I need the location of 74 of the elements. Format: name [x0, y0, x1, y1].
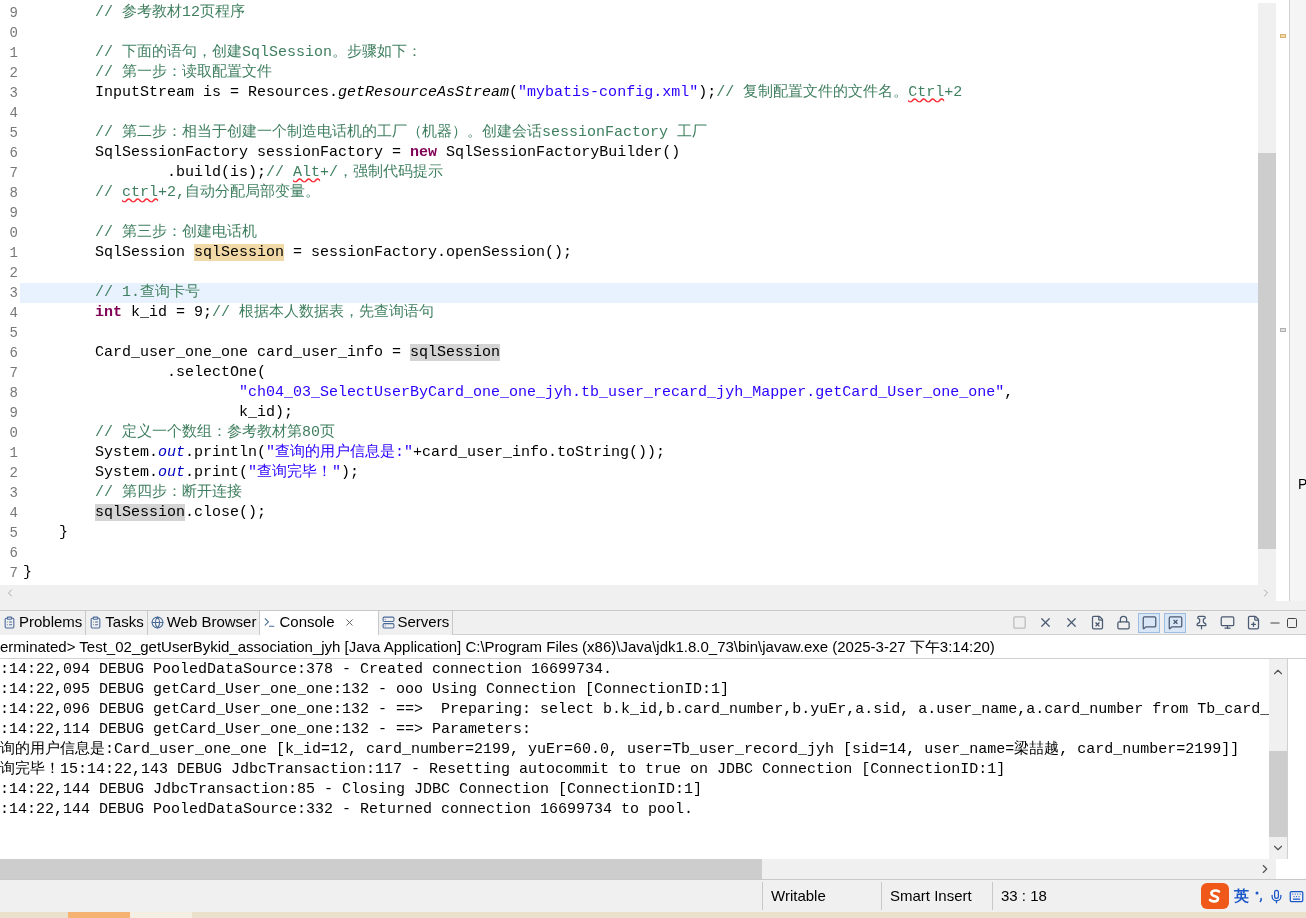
lock-icon	[1115, 615, 1131, 630]
side-panel-label: P	[1297, 475, 1306, 494]
line-number: 1	[8, 244, 19, 263]
console-header: erminated> Test_02_getUserBykid_association_jyh [Java Application] C:\Program Files (x86)\Java\jdk1.8.0_73\bin\javaw.exe (2025-3-27 下午3:14:20)	[0, 635, 1306, 659]
line-number: 6	[8, 344, 19, 363]
console-line: :14:22,144 DEBUG PooledDataSource:332 - Returned connection 16699734 to pool.	[0, 800, 695, 820]
line-number: 9	[8, 204, 19, 223]
view-tab[interactable]: Tasks	[86, 610, 148, 635]
line-number: 0	[8, 224, 19, 243]
line-number: 3	[8, 284, 19, 303]
status-field: Smart Insert	[881, 882, 992, 910]
console-line: :14:22,096 DEBUG getCard_User_one_one:132 - ==> Preparing: select b.k_id,b.card_number,b.yuEr,a.sid, a.user_name,a.card_number from Tb_card_	[0, 700, 1270, 720]
input-language[interactable]: 英	[1234, 884, 1249, 908]
keyboard-icon[interactable]	[1289, 888, 1304, 904]
close-icon[interactable]	[343, 617, 355, 628]
line-number: 2	[8, 464, 19, 483]
line-number: 5	[8, 124, 19, 143]
line-number: 1	[8, 444, 19, 463]
stop-icon	[1011, 615, 1027, 630]
console-line: :14:22,095 DEBUG getCard_User_one_one:132 - ooo Using Connection [ConnectionID:1]	[0, 680, 731, 700]
line-number: 9	[8, 4, 19, 23]
console-line: 询的用户信息是:Card_user_one_one [k_id=12, card_number=2199, yuEr=60.0, user=Tb_user_record_jyh [sid=14, user_name=梁喆越, card_number=2199]]	[0, 740, 1241, 760]
scrollbar-thumb[interactable]	[1258, 153, 1276, 549]
toolbar-button[interactable]	[1164, 612, 1186, 633]
line-number: 3	[8, 84, 19, 103]
view-tab[interactable]: Console	[260, 610, 379, 635]
input-method-logo[interactable]	[1201, 883, 1229, 909]
line-number: 0	[8, 24, 19, 43]
monitor-icon	[1219, 615, 1235, 630]
tab-icon	[3, 616, 16, 629]
horizontal-scrollbar[interactable]	[0, 859, 1276, 879]
message-icon	[1141, 615, 1157, 630]
line-number: 7	[8, 364, 19, 383]
line-number: 4	[8, 304, 19, 323]
line-number: 4	[8, 504, 19, 523]
new-document-icon	[1245, 615, 1261, 630]
console-line: :14:22,094 DEBUG PooledDataSource:378 - Created connection 16699734.	[0, 660, 614, 680]
line-number: 2	[8, 264, 19, 283]
line-number: 5	[8, 324, 19, 343]
line-number: 2	[8, 64, 19, 83]
line-number: 8	[8, 184, 19, 203]
tab-icon	[381, 616, 395, 629]
view-tab[interactable]: Web Browser	[147, 610, 261, 635]
vertical-scrollbar[interactable]	[1269, 659, 1288, 859]
line-number: 0	[8, 424, 19, 443]
tab-icon	[89, 616, 103, 629]
tab-icon	[263, 616, 277, 629]
line-number: 7	[8, 164, 19, 183]
line-number: 9	[8, 404, 19, 423]
line-number: 4	[8, 104, 19, 123]
console-line: :14:22,114 DEBUG getCard_User_one_one:132 - ==> Parameters:	[0, 720, 533, 740]
line-number: 1	[8, 44, 19, 63]
scrollbar-thumb[interactable]	[0, 859, 762, 879]
line-number: 6	[8, 544, 19, 563]
console-line: 询完毕！15:14:22,143 DEBUG JdbcTransaction:117 - Resetting autocommit to true on JDBC Connection [ConnectionID:1]	[0, 760, 1007, 780]
document-icon	[1089, 615, 1105, 630]
maximize-icon[interactable]	[1286, 616, 1298, 629]
line-number: 5	[8, 524, 19, 543]
status-field: 33 : 18	[992, 882, 1102, 910]
microphone-icon[interactable]	[1269, 888, 1284, 904]
punctuation-icon[interactable]	[1254, 889, 1264, 903]
line-number: 6	[8, 144, 19, 163]
console-line: :14:22,144 DEBUG JdbcTransaction:85 - Closing JDBC Connection [ConnectionID:1]	[0, 780, 704, 800]
scrollbar-thumb[interactable]	[1269, 751, 1288, 837]
message-error-icon	[1167, 615, 1183, 630]
status-field: Writable	[762, 882, 881, 910]
vertical-scrollbar[interactable]	[1258, 3, 1276, 585]
view-tab[interactable]: Problems	[0, 610, 87, 635]
line-number: 8	[8, 384, 19, 403]
line-number: 7	[8, 564, 19, 583]
tab-icon	[150, 616, 164, 629]
line-number: 3	[8, 484, 19, 503]
toolbar-button[interactable]	[1138, 612, 1160, 633]
pin-icon	[1193, 615, 1209, 630]
